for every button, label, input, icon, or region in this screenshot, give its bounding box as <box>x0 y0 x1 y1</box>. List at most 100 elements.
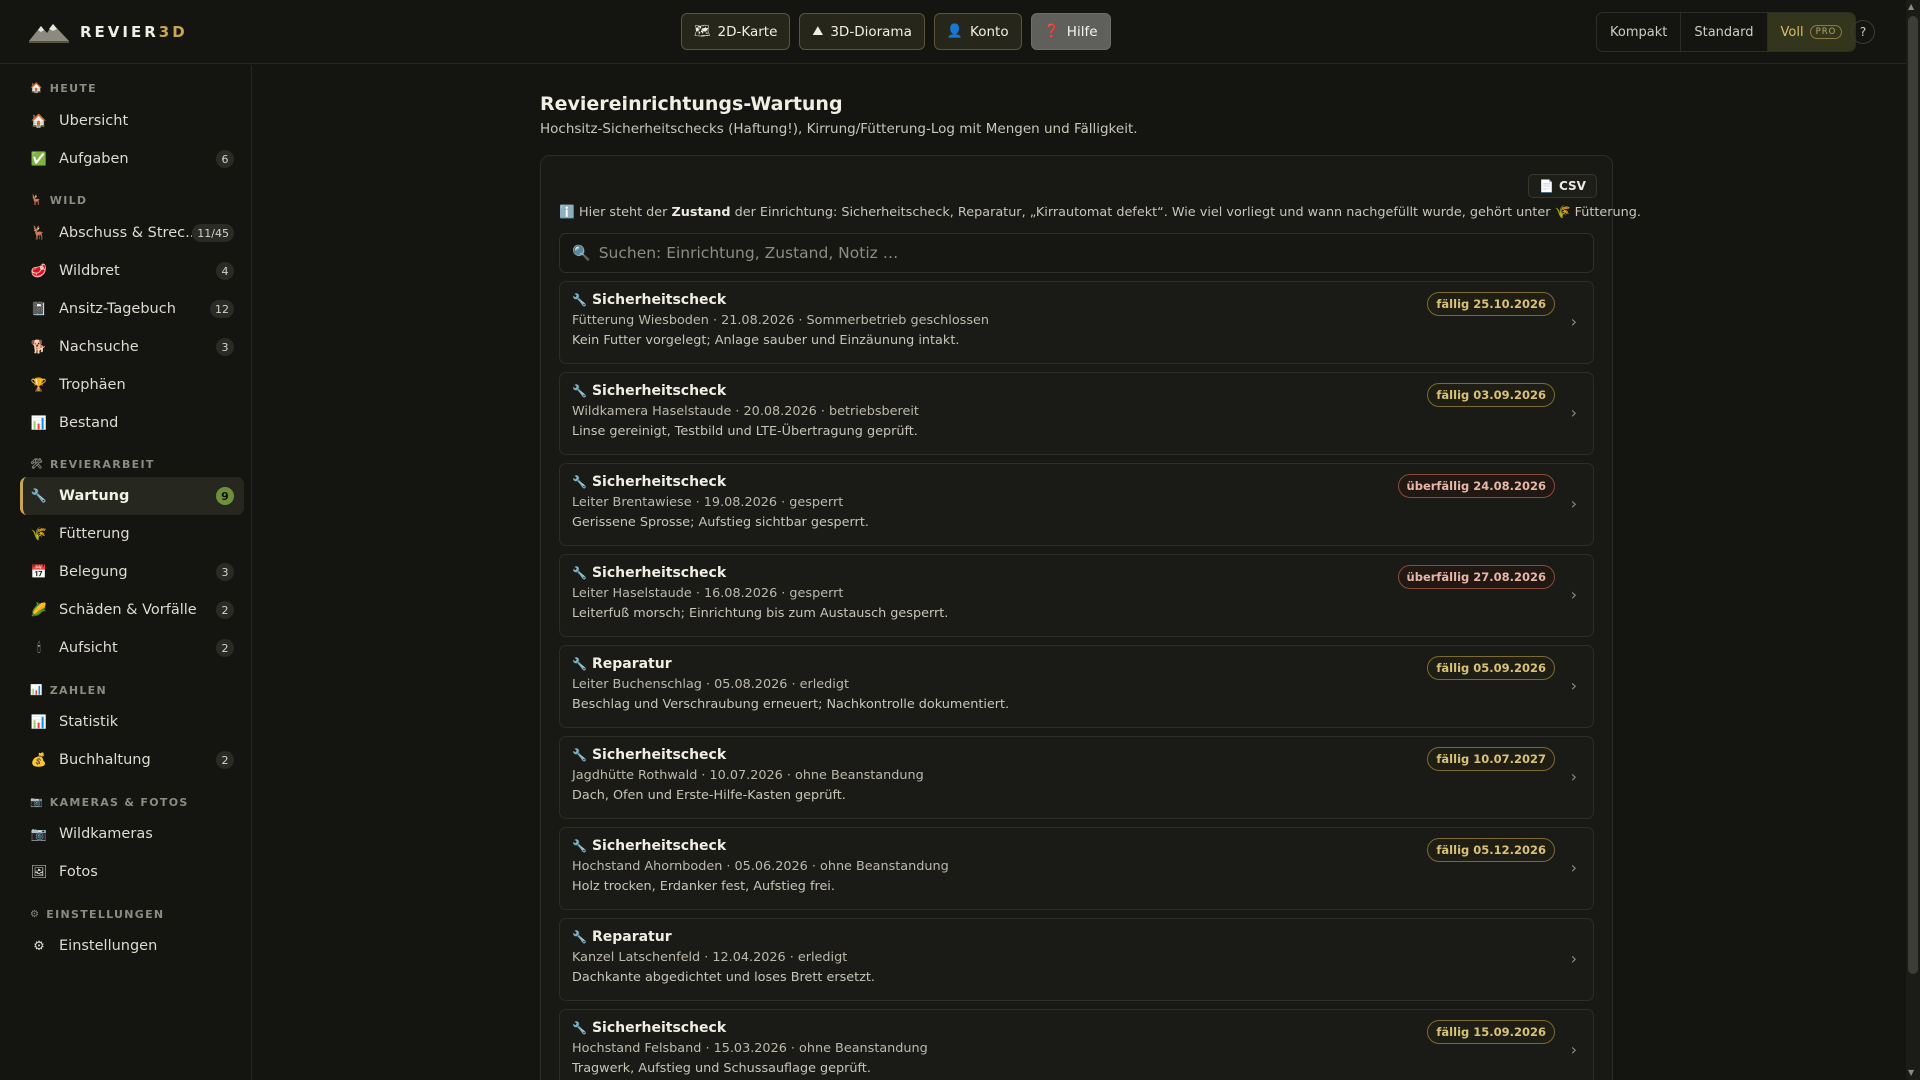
chevron-right-icon[interactable]: › <box>1571 676 1577 695</box>
maintenance-entry[interactable]: 🔧 Reparatur Kanzel Latschenfeld · 12.04.20… <box>559 918 1594 1001</box>
entry-meta: Fütterung Wiesboden · 21.08.2026 · Somme… <box>572 313 989 328</box>
sidebar-item-buchhaltung[interactable]: 💰 Buchhaltung 2 <box>20 741 244 779</box>
pro-badge: PRO <box>1809 25 1843 39</box>
csv-export-button[interactable]: 📄 CSV <box>1528 174 1597 198</box>
sidebar-item-fuetterung[interactable]: 🌾 Fütterung <box>20 515 244 553</box>
search-input[interactable] <box>598 244 1549 262</box>
maintenance-entry[interactable]: 🔧 Sicherheitscheck Leiter Haselstaude · 16… <box>559 554 1594 637</box>
count-badge: 4 <box>216 262 234 280</box>
sidebar-item-wildkameras[interactable]: 📷 Wildkameras <box>20 815 244 853</box>
due-date-badge: fällig 15.09.2026 <box>1427 1020 1555 1044</box>
calendar-icon: 📅 <box>30 564 48 580</box>
sidebar-section-einstellungen: ⚙ EINSTELLUNGEN <box>30 908 165 921</box>
map-icon: 🗺 <box>694 24 711 39</box>
maintenance-entry[interactable]: 🔧 Sicherheitscheck Hochstand Ahornboden · … <box>559 827 1594 910</box>
mountain-icon: ⛰ <box>812 24 824 39</box>
camera-icon: 📷 <box>30 797 44 808</box>
money-bag-icon: 💰 <box>30 752 48 768</box>
wrench-icon: 🔧 <box>572 657 587 671</box>
chevron-right-icon[interactable]: › <box>1571 312 1577 331</box>
sidebar-item-ansitz-tagebuch[interactable]: 📓 Ansitz-Tagebuch 12 <box>20 290 244 328</box>
scroll-up-arrow[interactable]: ▲ <box>1908 2 1914 11</box>
sidebar-item-statistik[interactable]: 📊 Statistik <box>20 703 244 741</box>
entry-title: 🔧 Reparatur <box>572 656 672 672</box>
density-compact-option[interactable]: Kompakt <box>1597 13 1682 51</box>
sidebar-item-wartung[interactable]: 🔧 Wartung 9 <box>20 477 244 515</box>
app-logo[interactable]: REVIER3D <box>28 20 188 44</box>
camera-icon: 📷 <box>30 826 48 842</box>
wrench-icon: 🔧 <box>572 748 587 762</box>
sidebar-section-revierarbeit: 🛠 REVIERARBEIT <box>30 458 155 471</box>
due-date-badge: fällig 05.09.2026 <box>1427 656 1555 680</box>
home-icon: 🏠 <box>30 113 48 129</box>
nav-3d-diorama-button[interactable]: ⛰ 3D-Diorama <box>799 13 925 50</box>
maintenance-entry[interactable]: 🔧 Sicherheitscheck Leiter Brentawiese · 19… <box>559 463 1594 546</box>
maintenance-entry[interactable]: 🔧 Sicherheitscheck Jagdhütte Rothwald · 10… <box>559 736 1594 819</box>
sidebar-item-nachsuche[interactable]: 🐕 Nachsuche 3 <box>20 328 244 366</box>
bar-chart-icon: 📊 <box>30 714 48 730</box>
nav-account-button[interactable]: 👤 Konto <box>933 13 1022 50</box>
meat-icon: 🥩 <box>30 263 48 279</box>
overdue-badge: überfällig 27.08.2026 <box>1397 565 1555 589</box>
search-icon: 🔍 <box>572 244 591 262</box>
entry-note: Kein Futter vorgelegt; Anlage sauber und… <box>572 333 960 348</box>
wrench-icon: 🔧 <box>572 1021 587 1035</box>
chevron-right-icon[interactable]: › <box>1571 403 1577 422</box>
scrollbar-thumb[interactable] <box>1908 16 1918 974</box>
top-bar: REVIER3D 🗺 2D-Karte ⛰ 3D-Diorama 👤 Konto ❓ H… <box>0 0 1906 64</box>
gear-icon: ⚙ <box>33 938 45 954</box>
sidebar-item-aufgaben[interactable]: ✅ Aufgaben 6 <box>20 140 244 178</box>
overdue-badge: überfällig 24.08.2026 <box>1397 474 1555 498</box>
wrench-icon: 🔧 <box>572 475 587 489</box>
entry-title: 🔧 Sicherheitscheck <box>572 747 727 763</box>
entry-title: 🔧 Sicherheitscheck <box>572 838 727 854</box>
sidebar-item-einstellungen[interactable]: ⚙ Einstellungen <box>20 927 244 965</box>
page-title: Reviereinrichtungs-Wartung <box>540 93 843 115</box>
bar-chart-icon: 📊 <box>30 685 44 696</box>
chevron-right-icon[interactable]: › <box>1571 949 1577 968</box>
nav-help-button[interactable]: ❓ Hilfe <box>1030 13 1111 50</box>
bar-chart-icon: 📊 <box>30 415 48 431</box>
chevron-right-icon[interactable]: › <box>1571 858 1577 877</box>
chevron-right-icon[interactable]: › <box>1571 585 1577 604</box>
sidebar-item-wildbret[interactable]: 🥩 Wildbret 4 <box>20 252 244 290</box>
app-name: REVIER3D <box>80 23 188 41</box>
maintenance-entry[interactable]: 🔧 Sicherheitscheck Hochstand Felsband · 15… <box>559 1009 1594 1080</box>
sidebar-item-uebersicht[interactable]: 🏠 Übersicht <box>20 102 244 140</box>
maintenance-entry[interactable]: 🔧 Reparatur Leiter Buchenschlag · 05.08.20… <box>559 645 1594 728</box>
entry-title: 🔧 Sicherheitscheck <box>572 383 727 399</box>
due-date-badge: fällig 25.10.2026 <box>1427 292 1555 316</box>
sidebar-section-heute: 🏠 HEUTE <box>30 82 97 95</box>
entry-meta: Hochstand Ahornboden · 05.06.2026 · ohne… <box>572 859 949 874</box>
sidebar-item-bestand[interactable]: 📊 Bestand <box>20 404 244 442</box>
wrench-icon: 🔧 <box>30 488 48 504</box>
main-nav: 🗺 2D-Karte ⛰ 3D-Diorama 👤 Konto ❓ Hilfe <box>681 13 1111 50</box>
entry-meta: Leiter Buchenschlag · 05.08.2026 · erled… <box>572 677 849 692</box>
chevron-right-icon[interactable]: › <box>1571 1040 1577 1059</box>
help-circle-button[interactable]: ? <box>1851 20 1875 44</box>
sidebar-item-belegung[interactable]: 📅 Belegung 3 <box>20 553 244 591</box>
entry-meta: Jagdhütte Rothwald · 10.07.2026 · ohne B… <box>572 768 924 783</box>
scroll-down-arrow[interactable]: ▼ <box>1908 1068 1914 1077</box>
chevron-right-icon[interactable]: › <box>1571 767 1577 786</box>
sidebar-item-schaeden[interactable]: 🌽 Schäden & Vorfälle 2 <box>20 591 244 629</box>
density-full-option[interactable]: Voll PRO <box>1767 13 1856 51</box>
sidebar-item-trophaeen[interactable]: 🏆 Trophäen <box>20 366 244 404</box>
maintenance-entry[interactable]: 🔧 Sicherheitscheck Wildkamera Haselstaude … <box>559 372 1594 455</box>
count-badge: 6 <box>216 150 234 168</box>
chevron-right-icon[interactable]: › <box>1571 494 1577 513</box>
entry-note: Beschlag und Verschraubung erneuert; Nac… <box>572 697 1010 712</box>
entry-meta: Leiter Haselstaude · 16.08.2026 · gesper… <box>572 586 844 601</box>
wrench-icon: 🔧 <box>572 839 587 853</box>
notebook-icon: 📓 <box>30 301 48 317</box>
nav-2d-map-button[interactable]: 🗺 2D-Karte <box>681 13 791 50</box>
sidebar-item-fotos[interactable]: 🖼 Fotos <box>20 853 244 891</box>
density-standard-option[interactable]: Standard <box>1681 13 1768 51</box>
entry-meta: Hochstand Felsband · 15.03.2026 · ohne B… <box>572 1041 928 1056</box>
question-icon: ❓ <box>1043 24 1060 39</box>
entry-meta: Leiter Brentawiese · 19.08.2026 · gesper… <box>572 495 844 510</box>
sidebar-item-abschuss[interactable]: 🦌 Abschuss & Strec... 11/45 <box>20 214 244 252</box>
mountain-logo-icon <box>29 24 69 43</box>
maintenance-entry[interactable]: 🔧 Sicherheitscheck Fütterung Wiesboden · 2… <box>559 281 1594 364</box>
sidebar-item-aufsicht[interactable]: 🕯 Aufsicht 2 <box>20 629 244 667</box>
